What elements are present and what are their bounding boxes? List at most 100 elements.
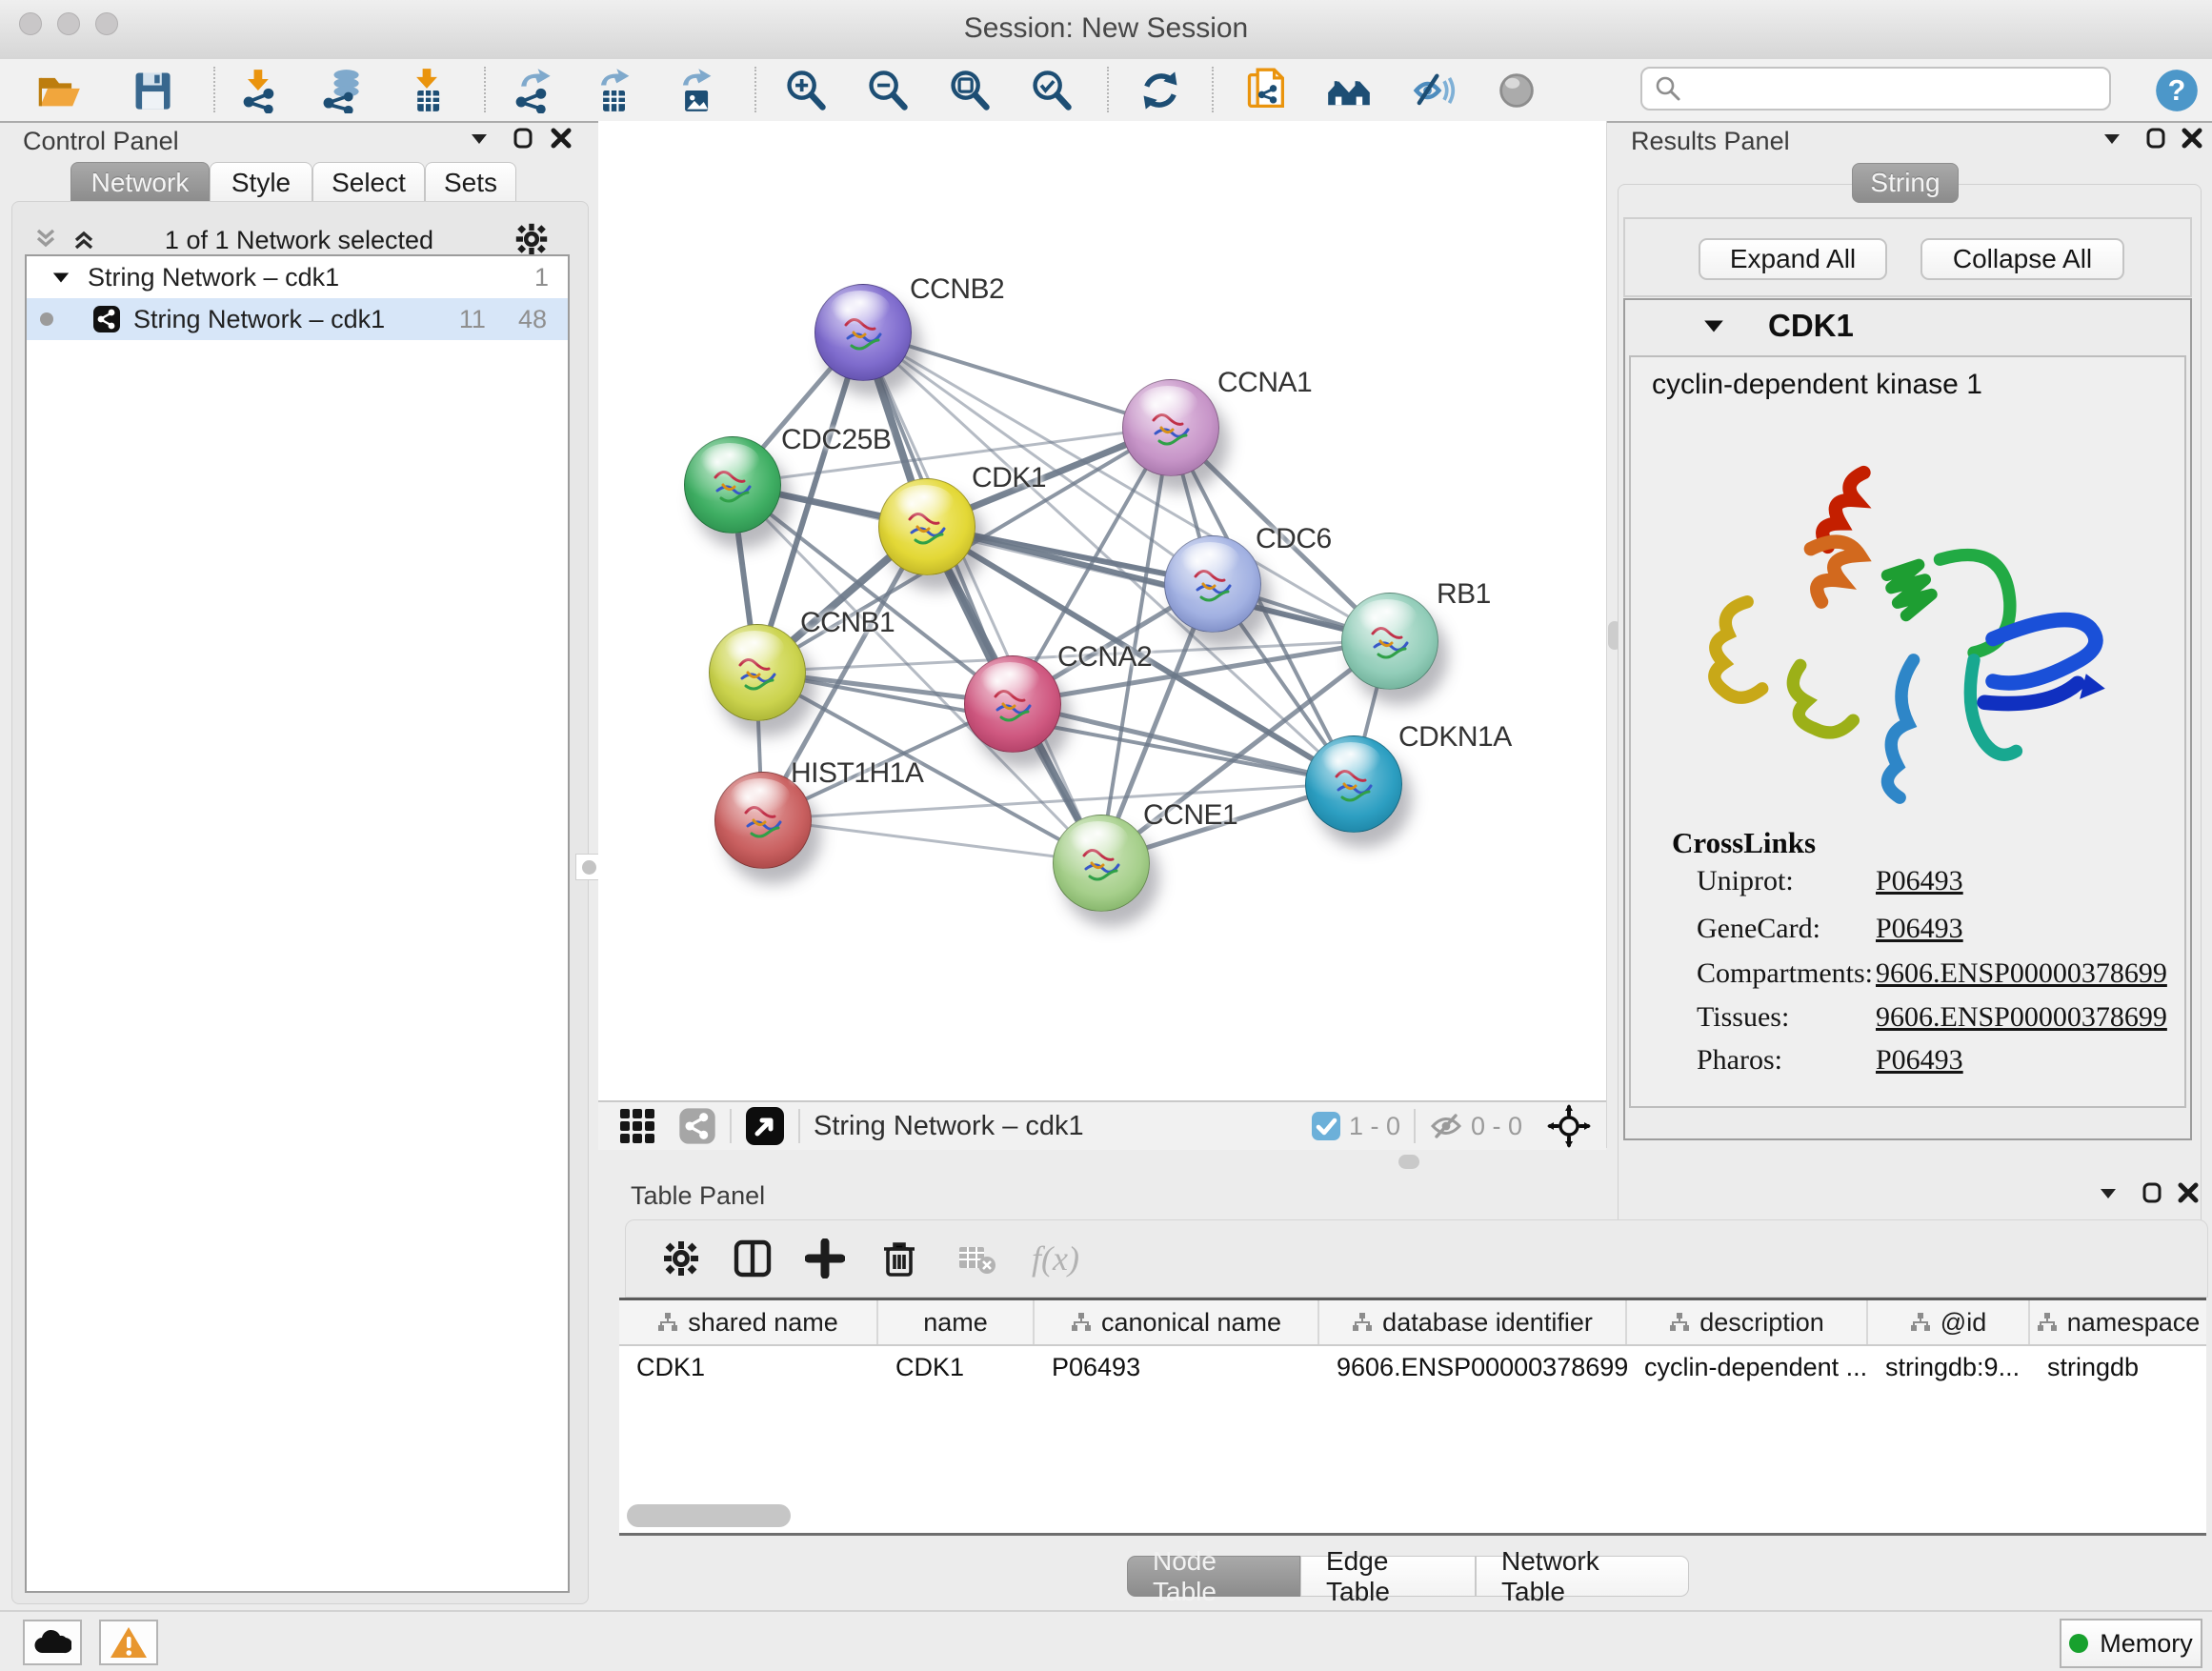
hide-selected-icon[interactable] — [1408, 67, 1458, 114]
cell-namespace[interactable]: stringdb — [2030, 1346, 2206, 1388]
tab-select[interactable]: Select — [312, 162, 425, 202]
selected-checkbox-icon[interactable] — [1311, 1111, 1341, 1141]
network-node-CCNB1[interactable] — [709, 624, 806, 721]
cell-shared-name[interactable]: CDK1 — [619, 1346, 878, 1388]
cell-name[interactable]: CDK1 — [878, 1346, 1035, 1388]
hidden-eye-icon[interactable] — [1429, 1109, 1463, 1143]
panel-float-icon[interactable] — [2140, 123, 2172, 153]
export-table-icon[interactable] — [589, 67, 638, 114]
delete-columns-icon[interactable] — [879, 1238, 919, 1278]
panel-menu-icon[interactable] — [2092, 1178, 2124, 1208]
column-header-id[interactable]: @id — [1868, 1300, 2030, 1344]
panel-float-icon[interactable] — [507, 123, 539, 153]
export-network-icon[interactable] — [507, 67, 556, 114]
warning-icon[interactable] — [99, 1620, 158, 1665]
tab-sets[interactable]: Sets — [425, 162, 516, 202]
delete-table-icon[interactable] — [955, 1238, 997, 1279]
network-node-CCNA1[interactable] — [1122, 379, 1219, 476]
collection-label: String Network – cdk1 — [88, 263, 534, 292]
crosslink-tissues-link[interactable]: 9606.ENSP00000378699 — [1876, 1001, 2167, 1034]
birdseye-toggle-icon[interactable] — [745, 1106, 785, 1146]
network-overview-icon[interactable] — [678, 1107, 716, 1145]
column-header-database-identifier[interactable]: database identifier — [1319, 1300, 1627, 1344]
crosslink-uniprot-link[interactable]: P06493 — [1876, 865, 1963, 897]
network-node-CDKN1A[interactable] — [1305, 735, 1402, 833]
cell-description[interactable]: cyclin-dependent ... — [1627, 1346, 1868, 1388]
tab-node-table[interactable]: Node Table — [1127, 1556, 1300, 1597]
network-collection-row[interactable]: String Network – cdk1 1 — [27, 256, 568, 298]
cdk1-collapse-icon[interactable] — [1699, 312, 1728, 340]
statusbar-separator — [730, 1109, 732, 1143]
column-header-description[interactable]: description — [1627, 1300, 1868, 1344]
zoom-in-icon[interactable] — [781, 67, 831, 114]
tab-string[interactable]: String — [1852, 163, 1959, 203]
expand-all-button[interactable]: Expand All — [1699, 238, 1887, 280]
tab-network-table[interactable]: Network Table — [1476, 1556, 1689, 1597]
export-image-icon[interactable] — [671, 67, 720, 114]
refresh-view-icon[interactable] — [1136, 67, 1185, 114]
panel-menu-icon[interactable] — [2096, 123, 2128, 153]
tab-network[interactable]: Network — [70, 162, 210, 202]
apply-function-icon[interactable]: f(x) — [1032, 1238, 1079, 1278]
panel-close-icon[interactable] — [545, 123, 577, 153]
import-network-from-file-icon[interactable] — [234, 67, 284, 114]
panel-menu-icon[interactable] — [463, 123, 495, 153]
network-node-label-CCNA2: CCNA2 — [1057, 641, 1152, 674]
string-network-icon — [91, 305, 122, 333]
return-home-icon[interactable] — [1324, 67, 1374, 114]
help-icon[interactable]: ? — [2153, 67, 2201, 114]
crosslink-pharos-link[interactable]: P06493 — [1876, 1044, 1963, 1077]
column-header-name[interactable]: name — [878, 1300, 1035, 1344]
network-edge-CCNA2-CDKN1A[interactable] — [1012, 703, 1353, 783]
horizontal-divider-handle[interactable] — [1398, 1155, 1419, 1169]
table-row[interactable]: CDK1 CDK1 P06493 9606.ENSP00000378699 cy… — [619, 1346, 2206, 1388]
manage-columns-icon[interactable] — [733, 1238, 773, 1278]
cell-canonical-name[interactable]: P06493 — [1035, 1346, 1319, 1388]
crosslink-compartments-link[interactable]: 9606.ENSP00000378699 — [1876, 957, 2167, 990]
import-network-from-database-icon[interactable] — [315, 67, 365, 114]
crosslink-genecard-link[interactable]: P06493 — [1876, 913, 1963, 945]
cloud-status-icon[interactable] — [23, 1620, 82, 1665]
create-column-icon[interactable] — [805, 1238, 845, 1278]
network-edge-CCNE1-HIST1H1A[interactable] — [762, 819, 1100, 862]
collapse-all-button[interactable]: Collapse All — [1920, 238, 2124, 280]
open-in-browser-icon[interactable] — [1242, 67, 1292, 114]
network-node-CCNE1[interactable] — [1053, 815, 1150, 912]
import-table-from-file-icon[interactable] — [402, 67, 452, 114]
network-node-CCNA2[interactable] — [964, 655, 1061, 753]
network-node-CDK1[interactable] — [878, 478, 975, 575]
column-header-namespace[interactable]: namespace — [2030, 1300, 2206, 1344]
zoom-fit-content-icon[interactable] — [945, 67, 995, 114]
network-node-label-CCNE1: CCNE1 — [1143, 799, 1237, 832]
grid-view-icon[interactable] — [619, 1108, 655, 1144]
network-node-count: 11 — [459, 305, 486, 334]
save-session-icon[interactable] — [128, 67, 177, 114]
panel-float-icon[interactable] — [2136, 1178, 2168, 1208]
open-session-icon[interactable] — [34, 67, 84, 114]
search-input[interactable] — [1682, 73, 2109, 105]
collection-collapse-icon[interactable] — [48, 268, 74, 287]
network-node-CCNB2[interactable] — [814, 284, 912, 381]
network-node-CDC25B[interactable] — [684, 436, 781, 534]
network-row[interactable]: String Network – cdk1 11 48 — [27, 298, 568, 340]
table-settings-gear-icon[interactable] — [662, 1239, 700, 1278]
column-header-shared-name[interactable]: shared name — [619, 1300, 878, 1344]
search-box[interactable] — [1640, 67, 2111, 111]
memory-button[interactable]: Memory — [2060, 1619, 2202, 1668]
panel-close-icon[interactable] — [2176, 123, 2208, 153]
network-canvas[interactable]: CCNB2CCNA1CDC25BCDK1CDC6RB1CCNB1CCNA2CDK… — [598, 121, 1606, 1100]
tab-edge-table[interactable]: Edge Table — [1300, 1556, 1476, 1597]
zoom-out-icon[interactable] — [863, 67, 913, 114]
statusbar-separator — [1414, 1109, 1416, 1143]
column-header-canonical-name[interactable]: canonical name — [1035, 1300, 1319, 1344]
cell-database-identifier[interactable]: 9606.ENSP00000378699 — [1319, 1346, 1627, 1388]
cell-id[interactable]: stringdb:9... — [1868, 1346, 2030, 1388]
show-all-icon[interactable] — [1492, 67, 1541, 114]
network-node-RB1[interactable] — [1341, 593, 1438, 690]
tab-style[interactable]: Style — [210, 162, 312, 202]
zoom-selected-icon[interactable] — [1027, 67, 1076, 114]
network-node-CDC6[interactable] — [1164, 535, 1261, 633]
panel-close-icon[interactable] — [2172, 1178, 2204, 1208]
table-horizontal-scrollbar[interactable] — [627, 1504, 791, 1527]
fit-selected-crosshair-icon[interactable] — [1547, 1104, 1591, 1148]
